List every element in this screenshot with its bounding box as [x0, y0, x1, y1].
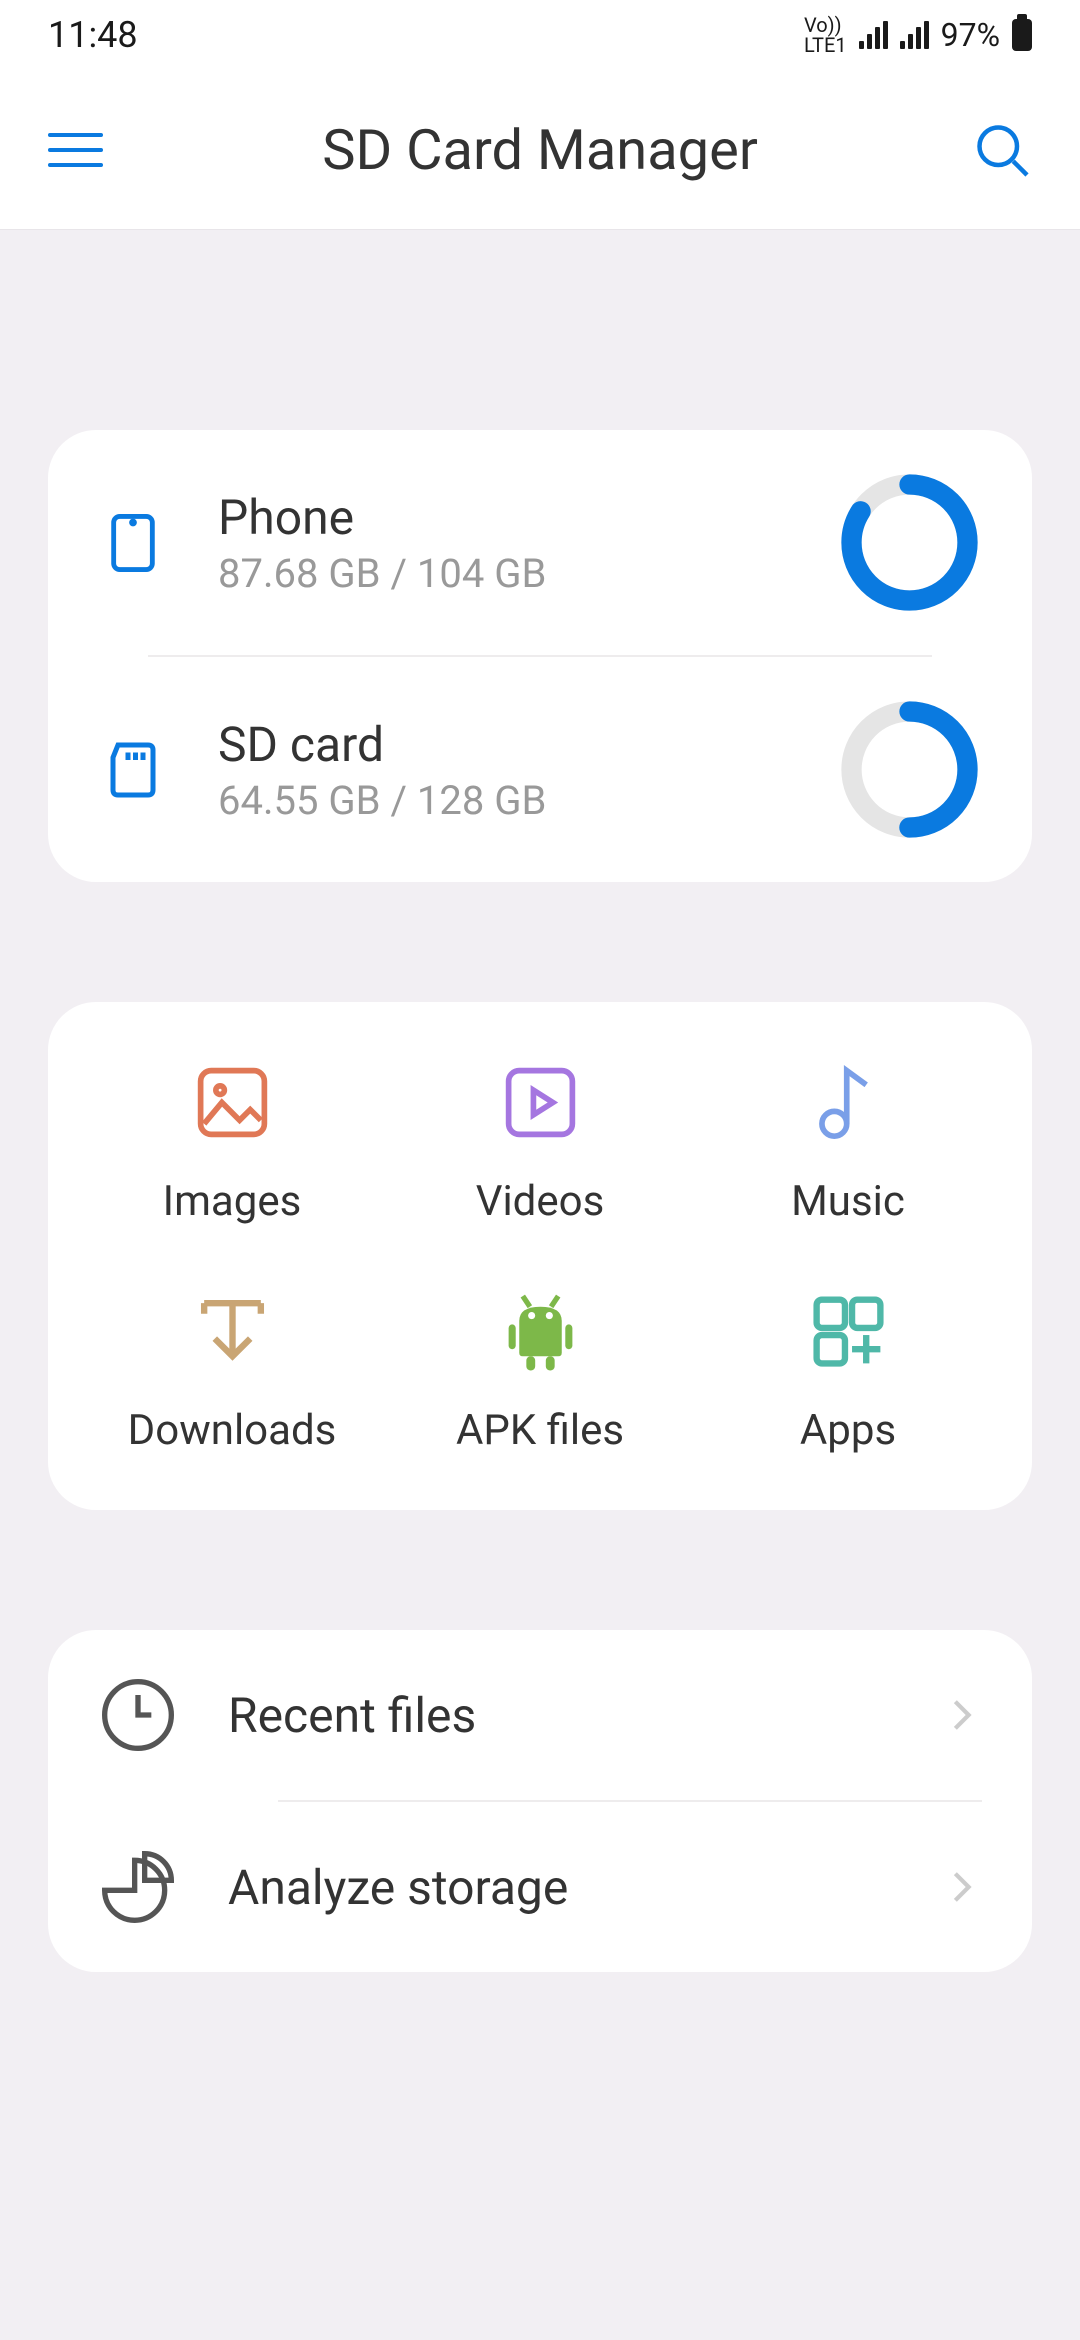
category-label: APK files — [456, 1406, 624, 1455]
signal-icon-2 — [900, 21, 929, 49]
category-label: Apps — [800, 1406, 896, 1455]
category-images[interactable]: Images — [78, 1057, 386, 1226]
category-label: Videos — [476, 1177, 605, 1226]
apps-icon — [803, 1286, 893, 1376]
battery-icon — [1012, 19, 1032, 51]
search-icon — [972, 120, 1032, 180]
downloads-icon — [187, 1286, 277, 1376]
category-apps[interactable]: Apps — [694, 1286, 1002, 1455]
recent-files-row[interactable]: Recent files — [48, 1630, 1032, 1800]
videos-icon — [495, 1057, 585, 1147]
pie-chart-icon — [98, 1847, 178, 1927]
category-videos[interactable]: Videos — [386, 1057, 694, 1226]
search-button[interactable] — [972, 120, 1032, 180]
page-title: SD Card Manager — [108, 117, 972, 183]
app-header: SD Card Manager — [0, 70, 1080, 230]
category-music[interactable]: Music — [694, 1057, 1002, 1226]
analyze-storage-row[interactable]: Analyze storage — [48, 1802, 1032, 1972]
status-bar: 11:48 Vo)) LTE1 97% — [0, 0, 1080, 70]
storage-card: Phone 87.68 GB / 104 GB SD card 64.55 G — [48, 430, 1032, 882]
category-downloads[interactable]: Downloads — [78, 1286, 386, 1455]
actions-card: Recent files Analyze storage — [48, 1630, 1032, 1972]
categories-card: Images Videos Music — [48, 1002, 1032, 1510]
category-label: Downloads — [128, 1406, 337, 1455]
images-icon — [187, 1057, 277, 1147]
status-time: 11:48 — [48, 14, 138, 56]
category-label: Images — [163, 1177, 302, 1226]
phone-usage-chart — [837, 470, 982, 615]
list-label: Analyze storage — [228, 1859, 942, 1916]
lte-indicator: Vo)) LTE1 — [804, 15, 847, 55]
storage-name: Phone — [218, 489, 837, 546]
storage-size: 87.68 GB / 104 GB — [218, 550, 837, 597]
chevron-right-icon — [942, 1867, 982, 1907]
status-right: Vo)) LTE1 97% — [804, 15, 1032, 55]
signal-icon-1 — [859, 21, 888, 49]
apk-icon — [495, 1286, 585, 1376]
category-apk[interactable]: APK files — [386, 1286, 694, 1455]
battery-pct: 97% — [941, 16, 1000, 54]
storage-name: SD card — [218, 716, 837, 773]
list-label: Recent files — [228, 1687, 942, 1744]
sdcard-icon — [98, 735, 168, 805]
category-label: Music — [791, 1177, 905, 1226]
storage-size: 64.55 GB / 128 GB — [218, 777, 837, 824]
storage-row-phone[interactable]: Phone 87.68 GB / 104 GB — [48, 430, 1032, 655]
phone-icon — [98, 508, 168, 578]
storage-row-sdcard[interactable]: SD card 64.55 GB / 128 GB — [48, 657, 1032, 882]
menu-button[interactable] — [48, 120, 108, 180]
chevron-right-icon — [942, 1695, 982, 1735]
clock-icon — [98, 1675, 178, 1755]
music-icon — [803, 1057, 893, 1147]
sdcard-usage-chart — [837, 697, 982, 842]
